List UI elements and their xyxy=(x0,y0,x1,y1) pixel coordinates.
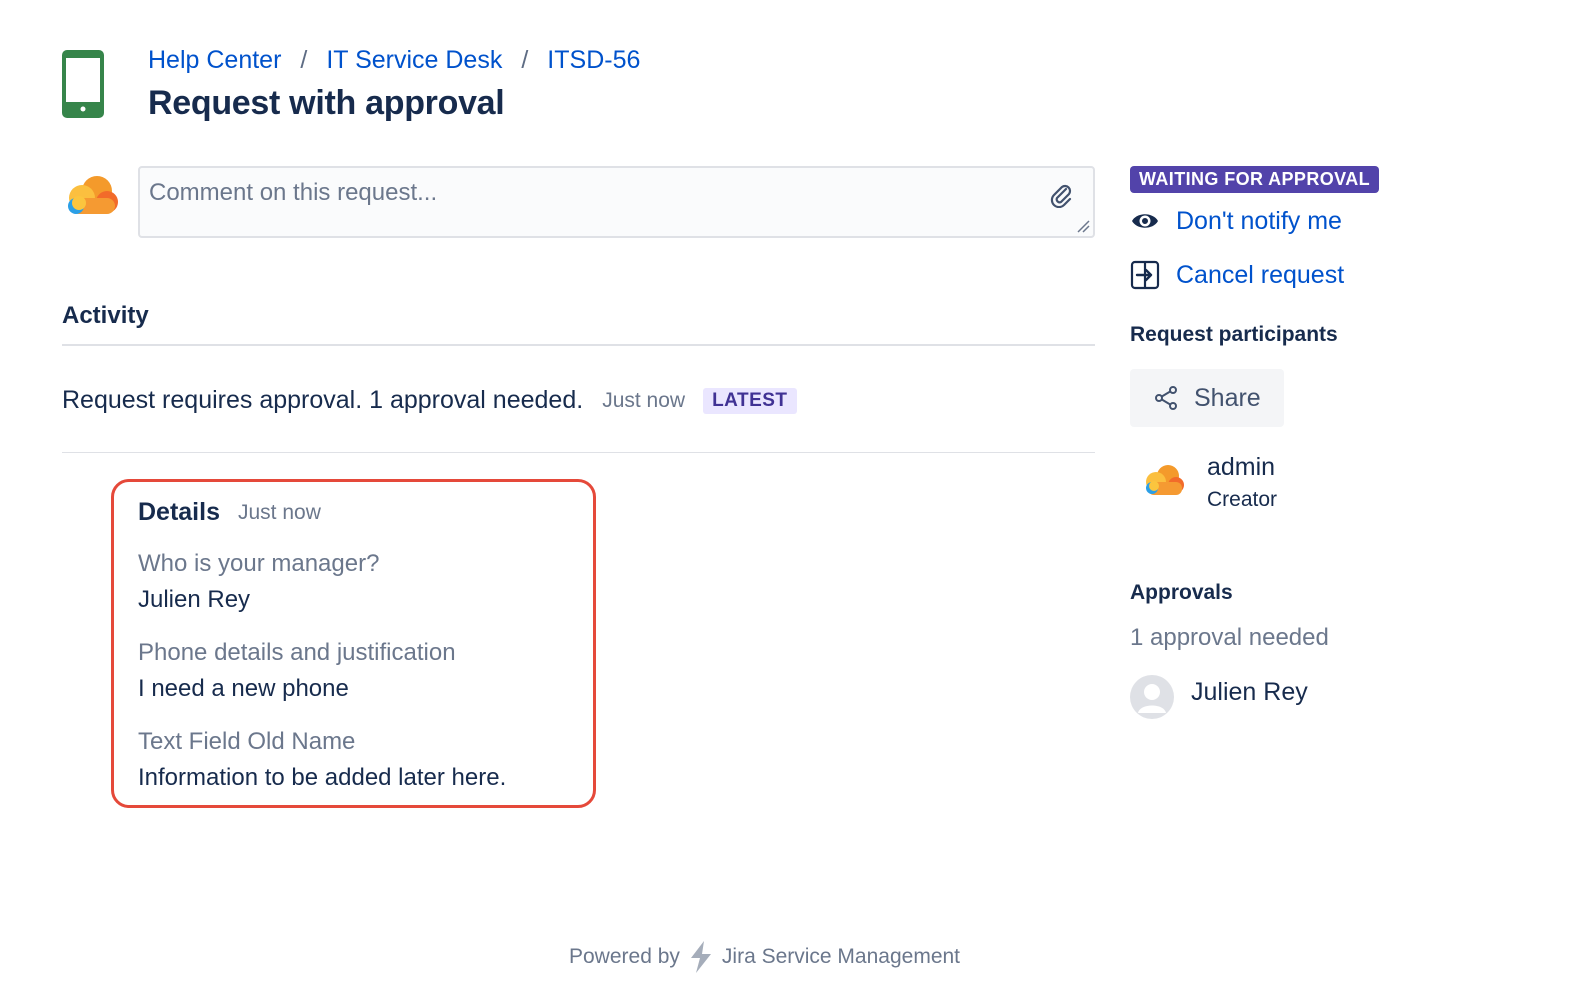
powered-by-label: Powered by xyxy=(569,945,680,968)
details-time: Just now xyxy=(238,501,321,524)
participant-role: Creator xyxy=(1207,488,1278,511)
lightning-bolt-icon xyxy=(690,941,711,973)
page-title: Request with approval xyxy=(148,84,505,122)
paperclip-icon[interactable] xyxy=(1049,182,1073,208)
activity-time: Just now xyxy=(602,388,686,412)
divider xyxy=(62,344,1095,346)
details-title: Details xyxy=(138,498,220,526)
breadcrumb-separator: / xyxy=(300,46,308,74)
approver-name: Julien Rey xyxy=(1191,678,1308,706)
share-button[interactable]: Share xyxy=(1130,369,1284,427)
approvals-needed: 1 approval needed xyxy=(1130,624,1329,651)
dont-notify-button[interactable]: Don't notify me xyxy=(1130,206,1342,236)
dont-notify-label: Don't notify me xyxy=(1176,206,1342,235)
field-label: Phone details and justification xyxy=(138,639,456,666)
divider xyxy=(62,452,1095,453)
field-label: Text Field Old Name xyxy=(138,728,356,755)
field-label: Who is your manager? xyxy=(138,550,380,577)
cancel-request-label: Cancel request xyxy=(1176,260,1345,289)
participant-name[interactable]: admin xyxy=(1207,453,1275,482)
breadcrumb-it-service-desk[interactable]: IT Service Desk xyxy=(326,44,502,76)
status-badge: WAITING FOR APPROVAL xyxy=(1130,166,1379,193)
activity-heading: Activity xyxy=(62,302,149,329)
approvals-heading: Approvals xyxy=(1130,581,1233,604)
breadcrumb-issue-key[interactable]: ITSD-56 xyxy=(547,44,640,76)
field-value: Julien Rey xyxy=(138,586,251,613)
details-card: Details Just now Who is your manager? Ju… xyxy=(111,479,596,808)
product-name[interactable]: Jira Service Management xyxy=(722,945,960,969)
approver-avatar xyxy=(1130,675,1174,719)
activity-item: Request requires approval. 1 approval ne… xyxy=(62,386,797,415)
breadcrumb-help-center[interactable]: Help Center xyxy=(148,44,281,76)
field-value: I need a new phone xyxy=(138,675,349,702)
latest-badge: LATEST xyxy=(703,387,797,414)
participant-avatar xyxy=(1146,465,1184,495)
breadcrumb-separator: / xyxy=(521,46,529,74)
field-value: Information to be added later here. xyxy=(138,764,507,791)
comment-input[interactable]: Comment on this request... xyxy=(138,166,1095,238)
share-label: Share xyxy=(1194,383,1261,412)
resize-handle-icon[interactable] xyxy=(1076,219,1090,233)
share-icon xyxy=(1155,386,1177,410)
cancel-request-button[interactable]: Cancel request xyxy=(1130,260,1344,290)
activity-message: Request requires approval. 1 approval ne… xyxy=(62,386,584,414)
user-avatar xyxy=(68,176,118,214)
mobile-phone-icon xyxy=(62,50,104,118)
comment-placeholder: Comment on this request... xyxy=(149,179,438,206)
participants-heading: Request participants xyxy=(1130,323,1338,346)
eye-icon xyxy=(1132,214,1158,228)
sign-out-icon xyxy=(1130,260,1160,290)
breadcrumb: Help Center / IT Service Desk / ITSD-56 xyxy=(148,44,640,76)
footer: Powered by Jira Service Management xyxy=(569,940,960,974)
